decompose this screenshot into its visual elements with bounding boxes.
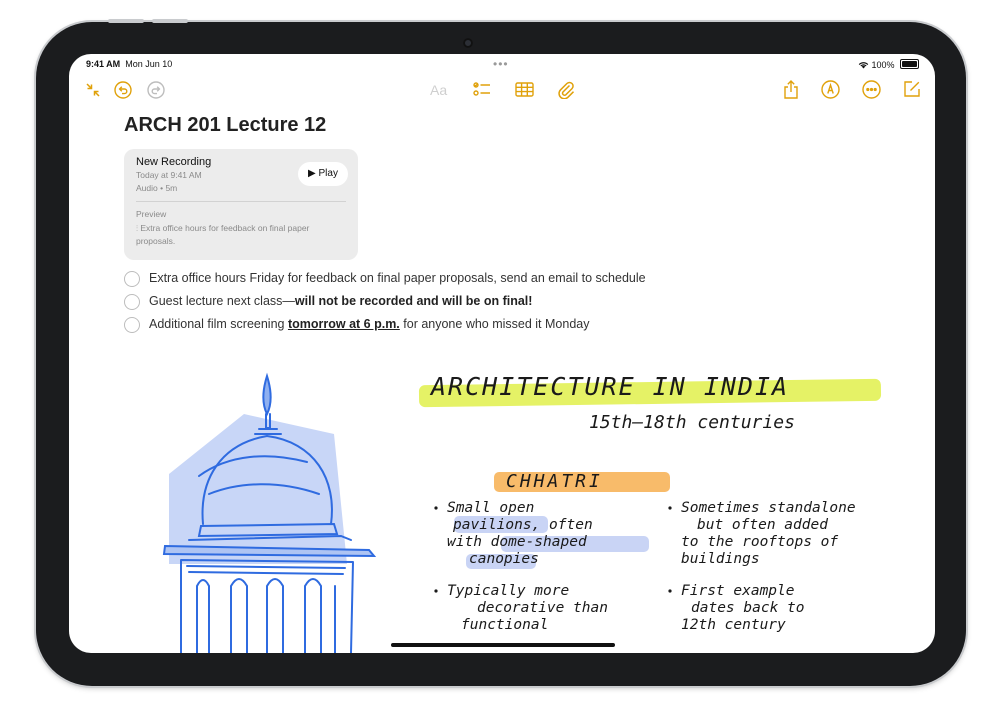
handwriting-bullet: Small open pavilions, often with dome-sh… — [447, 500, 593, 567]
front-camera — [463, 38, 473, 48]
handwriting-bullet: Sometimes standalone but often added to … — [681, 500, 856, 567]
handwriting-heading: ARCHITECTURE IN INDIA — [431, 372, 790, 401]
chhatri-sketch — [162, 372, 377, 653]
handwriting-subheading: 15th—18th centuries — [589, 412, 795, 433]
handwriting-section: CHHATRI — [506, 471, 603, 492]
volume-button — [108, 19, 144, 23]
handwriting-bullet: Typically more decorative than functiona… — [447, 583, 608, 633]
notes-screen: 9:41 AM Mon Jun 10 ••• 100% Aa ARCH 201 — [69, 54, 935, 653]
home-indicator[interactable] — [391, 643, 615, 647]
handwriting-bullet: First example dates back to 12th century — [681, 583, 805, 633]
volume-button — [152, 19, 188, 23]
